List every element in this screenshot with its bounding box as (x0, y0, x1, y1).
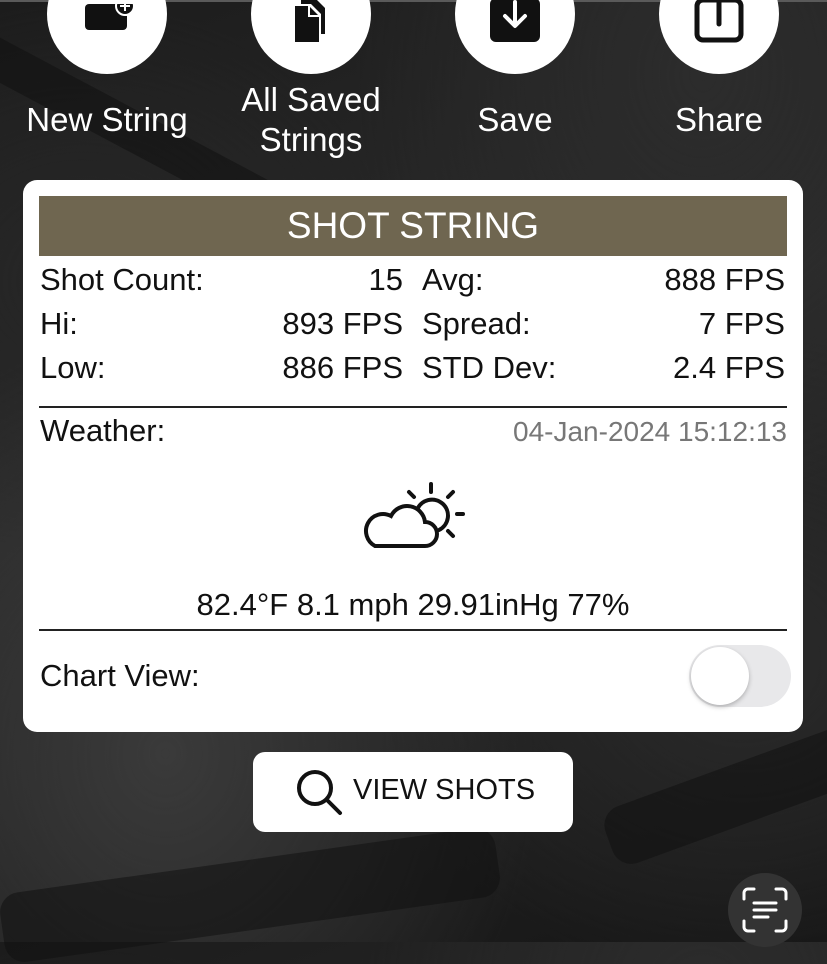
hi-label: Hi: (40, 306, 78, 341)
divider (39, 629, 787, 631)
new-string-label: New String (26, 101, 188, 138)
view-shots-label: VIEW SHOTS (353, 774, 536, 806)
share-label: Share (674, 101, 764, 138)
new-string-button[interactable] (47, 0, 167, 74)
chart-view-label: Chart View: (40, 658, 200, 693)
view-shots-button[interactable]: VIEW SHOTS (253, 752, 573, 832)
background-texture (598, 710, 827, 870)
all-saved-label-line2: Strings (259, 121, 363, 158)
all-saved-label-line1: All Saved (241, 81, 381, 118)
card-title: SHOT STRING (39, 196, 787, 256)
background-texture (0, 825, 503, 964)
std-dev-value: 2.4 FPS (673, 350, 785, 385)
share-icon (694, 0, 744, 43)
shot-string-card: SHOT STRING Shot Count: 15 Avg: 888 FPS … (23, 180, 803, 732)
text-scan-button[interactable] (728, 873, 802, 947)
save-label: Save (477, 101, 553, 138)
weather-timestamp: 04-Jan-2024 15:12:13 (513, 416, 787, 447)
weather-label: Weather: (40, 413, 166, 448)
spread-label: Spread: (422, 306, 531, 341)
partly-sunny-icon (364, 482, 465, 548)
weather-values: 82.4°F 8.1 mph 29.91inHg 77% (196, 587, 630, 622)
search-icon (297, 770, 342, 815)
avg-value: 888 FPS (664, 262, 785, 297)
low-value: 886 FPS (282, 350, 403, 385)
text-scan-icon (742, 887, 788, 933)
share-button[interactable] (659, 0, 779, 74)
std-dev-label: STD Dev: (422, 350, 557, 385)
download-icon (490, 0, 540, 42)
documents-icon (295, 0, 325, 42)
shot-count-label: Shot Count: (40, 262, 204, 297)
action-bar: New String All Saved Strings Save Share (0, 0, 827, 170)
avg-label: Avg: (422, 262, 484, 297)
folder-plus-icon (85, 4, 133, 30)
hi-value: 893 FPS (282, 306, 403, 341)
all-saved-strings-button[interactable] (251, 0, 371, 74)
divider (39, 406, 787, 408)
shot-count-value: 15 (368, 262, 403, 297)
low-label: Low: (40, 350, 106, 385)
save-button[interactable] (455, 0, 575, 74)
spread-value: 7 FPS (698, 306, 785, 341)
chart-view-toggle[interactable] (689, 645, 791, 707)
toggle-knob (691, 647, 749, 705)
